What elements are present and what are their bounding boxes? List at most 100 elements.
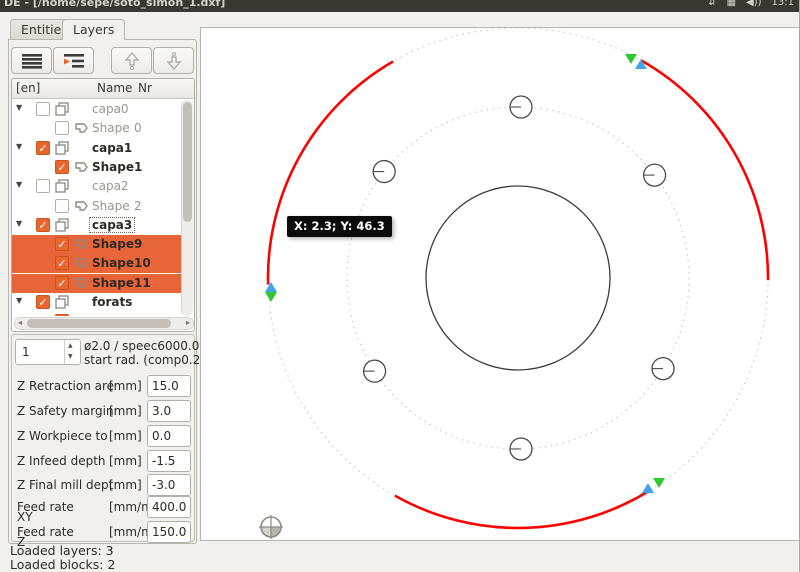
geometry-svg: [201, 28, 799, 540]
row-number: 10: [134, 256, 151, 270]
visibility-checkbox[interactable]: ✓: [55, 314, 69, 316]
tree-vertical-scrollbar[interactable]: [181, 100, 193, 316]
shape-icon: [74, 256, 89, 271]
layer-icon: [55, 218, 70, 233]
visibility-checkbox[interactable]: ✓: [55, 256, 69, 270]
titlebar: DE - [/home/sepe/soto_simon_1.dxf] ⇵ ▦ ◀…: [0, 0, 800, 12]
param-input[interactable]: 400.0: [147, 496, 191, 518]
expand-arrow-icon[interactable]: ▼: [16, 180, 22, 189]
row-label: forats: [92, 295, 132, 309]
shape-icon: [74, 199, 89, 214]
green-direction-marker-icon: [653, 478, 665, 488]
layer-row[interactable]: ▼ ✓ capa1: [12, 139, 182, 158]
shape-icon: [74, 237, 89, 252]
visibility-checkbox[interactable]: ✓: [36, 218, 50, 232]
visibility-checkbox[interactable]: ✓: [55, 276, 69, 290]
shape-row[interactable]: ✓Shape11: [12, 274, 182, 293]
drawing-canvas[interactable]: X: 2.3; Y: 46.3: [200, 27, 800, 541]
param-unit: [mm]: [109, 379, 142, 393]
shape-row[interactable]: Shape 0: [12, 119, 182, 138]
visibility-checkbox[interactable]: ✓: [55, 160, 69, 174]
visibility-checkbox[interactable]: ✓: [55, 237, 69, 251]
param-label: Z Retraction are: [17, 379, 114, 393]
clock-text: 13:1: [772, 0, 794, 8]
shape-row[interactable]: ✓Shape9: [12, 235, 182, 254]
param-label: Z Safety margin: [17, 404, 114, 418]
visibility-checkbox[interactable]: [55, 199, 69, 213]
row-number: 0: [134, 121, 142, 135]
green-direction-marker-icon: [625, 54, 637, 64]
param-input[interactable]: -1.5: [147, 450, 191, 472]
param-label: Z Final mill dept: [17, 478, 113, 492]
row-label: Shape: [92, 276, 134, 290]
row-label: capa1: [92, 141, 132, 155]
green-direction-marker-icon: [265, 292, 277, 302]
expand-arrow-icon[interactable]: ▼: [16, 296, 22, 305]
param-input[interactable]: 0.0: [147, 425, 191, 447]
spinner-down-icon[interactable]: ▼: [68, 353, 73, 360]
layer-row[interactable]: ▼ capa0: [12, 100, 182, 119]
shape-icon: [74, 276, 89, 291]
dxf2gcode-window: DE - [/home/sepe/soto_simon_1.dxf] ⇵ ▦ ◀…: [0, 0, 800, 572]
param-unit: [mm]: [109, 454, 142, 468]
layer-row[interactable]: ▼✓capa3: [12, 216, 182, 235]
collapse-tree-button[interactable]: [11, 47, 52, 74]
scrollbar-thumb[interactable]: [27, 319, 171, 328]
param-unit: [mm]: [109, 404, 142, 418]
param-input[interactable]: 15.0: [147, 375, 191, 397]
visibility-checkbox[interactable]: ✓: [36, 295, 50, 309]
tool-number-value: 1: [22, 345, 30, 359]
param-label: Z Workpiece to: [17, 429, 108, 443]
visibility-checkbox[interactable]: [55, 121, 69, 135]
keyboard-icon[interactable]: ▦: [727, 0, 736, 8]
row-label: capa0: [92, 102, 129, 116]
expand-arrow-icon[interactable]: ▼: [16, 103, 22, 112]
param-row: Z Final mill dept[mm] -3.0: [15, 475, 193, 497]
sound-icon[interactable]: ◀)): [746, 0, 762, 8]
scroll-left-icon[interactable]: ◂: [18, 318, 22, 327]
move-down-button[interactable]: [153, 47, 194, 74]
shape-icon: [74, 314, 89, 316]
shape-row[interactable]: Shape2: [12, 197, 182, 216]
shape-row[interactable]: ✓Shape1: [12, 158, 182, 177]
status-loaded-blocks: Loaded blocks: 2: [10, 557, 115, 572]
inner-circle: [426, 186, 610, 370]
row-label: Shape: [92, 256, 134, 270]
spinner-up-icon[interactable]: ▲: [68, 342, 73, 349]
row-label: Shape: [92, 121, 130, 135]
expand-tree-button[interactable]: [53, 47, 94, 74]
expand-arrow-icon[interactable]: ▼: [16, 219, 22, 228]
param-unit: [mm]: [109, 429, 142, 443]
visibility-checkbox[interactable]: [36, 102, 50, 116]
arrow-up-icon: [124, 52, 140, 70]
tool-number-spinner[interactable]: 1 ▲ ▼: [15, 339, 81, 365]
column-language: [en]: [16, 81, 40, 95]
system-tray: ⇵ ▦ ◀)) 13:1: [708, 0, 794, 8]
param-unit: [mm]: [109, 478, 142, 492]
status-loaded-layers: Loaded layers: 3: [10, 543, 114, 558]
param-label: Feed rate: [17, 525, 74, 539]
coordinate-tooltip: X: 2.3; Y: 46.3: [287, 216, 392, 237]
row-number: 9: [134, 237, 142, 251]
scrollbar-thumb[interactable]: [183, 102, 192, 222]
column-nr: Nr: [138, 81, 152, 95]
shape-row[interactable]: ✓ Shape10: [12, 254, 182, 273]
spinner-buttons[interactable]: ▲ ▼: [64, 340, 80, 364]
layer-icon: [55, 141, 70, 156]
tree-horizontal-scrollbar[interactable]: ◂ ▸: [14, 317, 194, 330]
expand-arrow-icon[interactable]: ▼: [16, 142, 22, 151]
layer-row[interactable]: ▼ ✓ forats: [12, 293, 182, 312]
move-up-button[interactable]: [111, 47, 152, 74]
arrange-icon[interactable]: ⇵: [708, 0, 716, 8]
tab-layers[interactable]: Layers: [62, 19, 125, 40]
param-input[interactable]: 150.0: [147, 521, 191, 543]
visibility-checkbox[interactable]: [36, 179, 50, 193]
layer-icon: [55, 179, 70, 194]
window-title: DE - [/home/sepe/soto_simon_1.dxf]: [4, 0, 225, 9]
scroll-right-icon[interactable]: ▸: [186, 318, 190, 327]
param-input[interactable]: -3.0: [147, 474, 191, 496]
param-input[interactable]: 3.0: [147, 400, 191, 422]
shape-row[interactable]: ✓: [12, 312, 182, 316]
visibility-checkbox[interactable]: ✓: [36, 141, 50, 155]
layer-row[interactable]: ▼capa2: [12, 177, 182, 196]
